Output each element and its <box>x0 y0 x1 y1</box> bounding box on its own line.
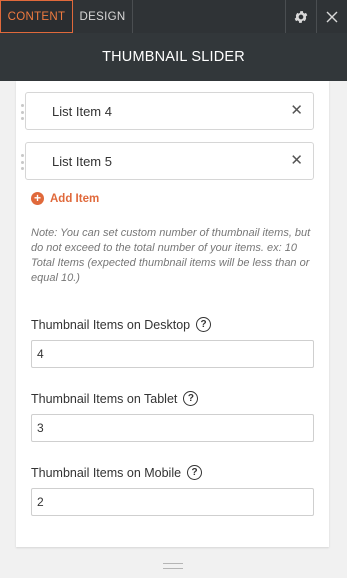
close-panel-button[interactable] <box>316 0 347 33</box>
tablet-items-label: Thumbnail Items on Tablet ? <box>31 391 199 406</box>
desktop-items-label: Thumbnail Items on Desktop ? <box>31 317 212 332</box>
list-item-label: List Item 5 <box>52 153 112 169</box>
question-icon[interactable]: ? <box>196 317 212 332</box>
field-label-text: Thumbnail Items on Desktop <box>31 317 191 332</box>
drag-handle-icon[interactable] <box>21 104 25 120</box>
resize-handle[interactable] <box>163 563 183 569</box>
list-item[interactable]: List Item 5 ✕ <box>21 142 314 180</box>
field-label-text: Thumbnail Items on Tablet <box>31 391 178 406</box>
question-icon[interactable]: ? <box>183 391 199 406</box>
tablet-items-input[interactable] <box>31 414 314 442</box>
question-icon[interactable]: ? <box>187 465 203 480</box>
list-item[interactable]: List Item 4 ✕ <box>21 92 314 130</box>
mobile-items-label: Thumbnail Items on Mobile ? <box>31 465 203 480</box>
mobile-items-input[interactable] <box>31 488 314 516</box>
panel-topbar: CONTENT DESIGN <box>0 0 347 33</box>
settings-button[interactable] <box>285 0 316 33</box>
close-icon <box>326 11 338 22</box>
gear-icon <box>294 10 308 23</box>
builder-panel: CONTENT DESIGN THUMBNAIL SLIDER List Ite… <box>0 0 347 578</box>
close-icon[interactable]: ✕ <box>290 152 303 170</box>
add-item-label: Add Item <box>50 192 100 205</box>
plus-circle-icon: + <box>31 192 44 205</box>
thumbnail-note: Note: You can set custom number of thumb… <box>31 227 311 284</box>
tab-content[interactable]: CONTENT <box>0 0 73 33</box>
list-item-label: List Item 4 <box>52 103 112 119</box>
add-item-button[interactable]: + Add Item <box>31 192 99 205</box>
panel-title: THUMBNAIL SLIDER <box>0 33 347 81</box>
desktop-items-input[interactable] <box>31 340 314 368</box>
drag-handle-icon[interactable] <box>21 154 25 170</box>
field-label-text: Thumbnail Items on Mobile <box>31 465 182 480</box>
close-icon[interactable]: ✕ <box>290 102 303 120</box>
tab-design[interactable]: DESIGN <box>73 0 133 33</box>
